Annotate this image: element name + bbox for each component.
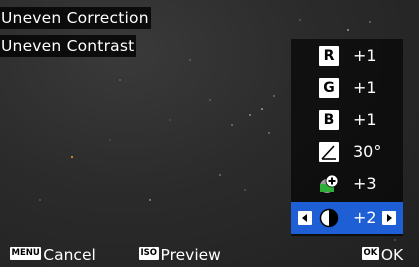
adjustment-panel: R +1 G +1 B +1 30° +3 +2: [291, 39, 403, 236]
cancel-button[interactable]: MENU Cancel: [10, 245, 96, 264]
contrast-icon: [319, 208, 339, 228]
ok-key-badge: OK: [362, 247, 379, 260]
screen-title: Uneven Correction: [0, 7, 151, 29]
preview-button[interactable]: ISO Preview: [139, 245, 221, 264]
blue-channel-icon: B: [319, 110, 339, 130]
angle-icon: [319, 142, 339, 162]
green-value: +1: [353, 78, 377, 97]
angle-value: 30°: [353, 142, 382, 161]
iso-key-badge: ISO: [139, 247, 159, 260]
menu-key-badge: MENU: [10, 247, 42, 260]
ok-label: OK: [380, 245, 404, 264]
preview-label: Preview: [160, 245, 221, 264]
contrast-value: +2: [353, 208, 377, 227]
red-row[interactable]: R +1: [291, 41, 403, 71]
cancel-label: Cancel: [43, 245, 96, 264]
arrow-right-icon[interactable]: [382, 211, 396, 225]
camera-screen: Uneven Correction Uneven Contrast R +1 G…: [0, 0, 419, 267]
contrast-row-selected[interactable]: +2: [291, 202, 403, 234]
ok-button[interactable]: OK OK: [362, 245, 404, 264]
green-channel-icon: G: [319, 78, 339, 98]
arrow-left-icon[interactable]: [298, 211, 312, 225]
saturation-plus-icon: [319, 174, 339, 194]
angle-row[interactable]: 30°: [291, 137, 403, 167]
red-value: +1: [353, 46, 377, 65]
red-channel-icon: R: [319, 46, 339, 66]
blue-value: +1: [353, 110, 377, 129]
green-row[interactable]: G +1: [291, 73, 403, 103]
saturation-value: +3: [353, 174, 377, 193]
blue-row[interactable]: B +1: [291, 105, 403, 135]
saturation-row[interactable]: +3: [291, 169, 403, 199]
screen-subtitle: Uneven Contrast: [0, 35, 137, 57]
